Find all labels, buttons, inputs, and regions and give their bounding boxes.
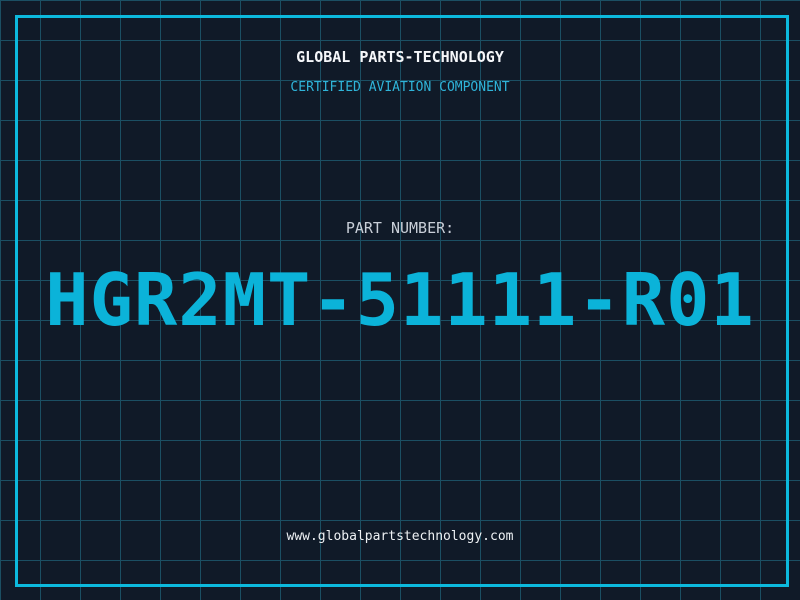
website-url: www.globalpartstechnology.com [286, 529, 514, 544]
part-number-value: HGR2MT-51111-R01 [45, 258, 755, 342]
part-number-label: PART NUMBER: [345, 219, 455, 237]
blueprint-canvas: GLOBAL PARTS-TECHNOLOGY CERTIFIED AVIATI… [0, 0, 800, 600]
company-title: GLOBAL PARTS-TECHNOLOGY [296, 48, 504, 66]
certification-subtitle: CERTIFIED AVIATION COMPONENT [290, 80, 510, 95]
